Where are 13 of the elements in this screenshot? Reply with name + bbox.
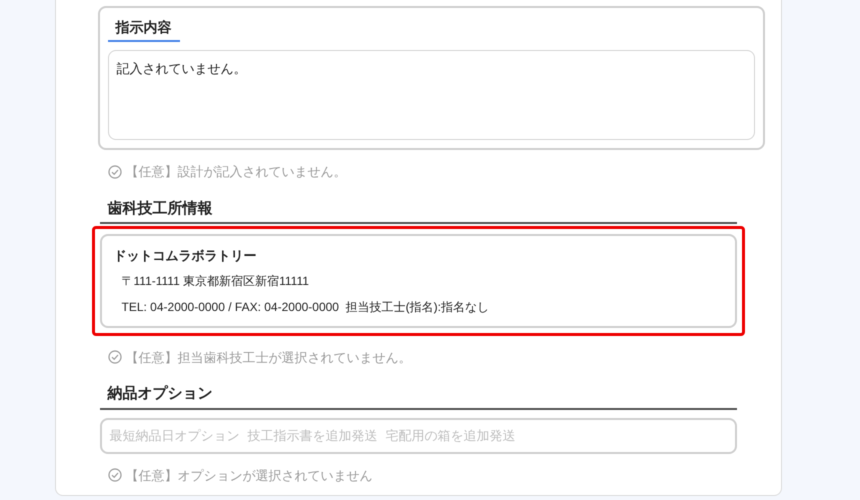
- status-text: 【任意】設計が記入されていません。: [126, 163, 346, 181]
- instruction-field[interactable]: 記入されていません。: [108, 50, 754, 140]
- panel-title: 指示内容: [108, 17, 180, 42]
- status-text: 【任意】オプションが選択されていません: [126, 466, 372, 484]
- option-toggle[interactable]: 宅配用の箱を追加発送: [386, 426, 516, 446]
- lab-address: 〒111-1111 東京都新宿区新宿11111: [122, 272, 310, 290]
- section-heading: 歯科技工所情報: [100, 198, 736, 224]
- lab-contact: TEL: 04-2000-0000 / FAX: 04-2000-0000 担当技工士(指名):指名なし: [122, 298, 490, 316]
- status-text: 【任意】担当歯科技工士が選択されていません。: [126, 348, 412, 366]
- lab-name: ドットコムラボラトリー: [114, 247, 258, 265]
- option-toggle[interactable]: 技工指示書を追加発送: [248, 426, 378, 446]
- option-toggle[interactable]: 最短納品日オプション: [110, 426, 240, 446]
- section-heading: 納品オプション: [100, 383, 736, 410]
